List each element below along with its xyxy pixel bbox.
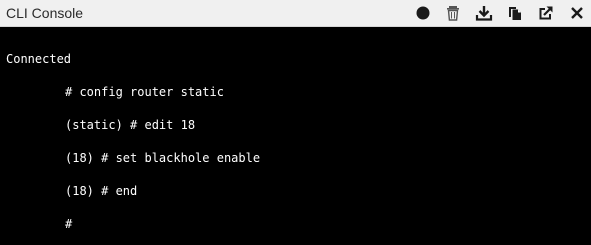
console-line: (static) # edit 18 <box>65 118 196 132</box>
external-link-icon[interactable] <box>537 4 555 22</box>
title-bar: CLI Console <box>0 0 591 27</box>
console-line: (18) # set blackhole enable <box>65 151 261 165</box>
cli-console-window: CLI Console Connected # config router st… <box>0 0 591 245</box>
window-title: CLI Console <box>6 5 84 21</box>
console-line: (18) # end <box>65 184 138 198</box>
console-prompt: # <box>65 217 73 231</box>
record-icon[interactable] <box>414 4 432 22</box>
console-line: Connected <box>6 52 72 66</box>
copy-icon[interactable] <box>506 4 524 22</box>
trash-icon[interactable] <box>444 4 462 22</box>
console-line: # config router static <box>65 85 224 99</box>
close-icon[interactable] <box>568 4 586 22</box>
console-output[interactable]: Connected # config router static (static… <box>0 27 591 245</box>
download-icon[interactable] <box>475 4 493 22</box>
